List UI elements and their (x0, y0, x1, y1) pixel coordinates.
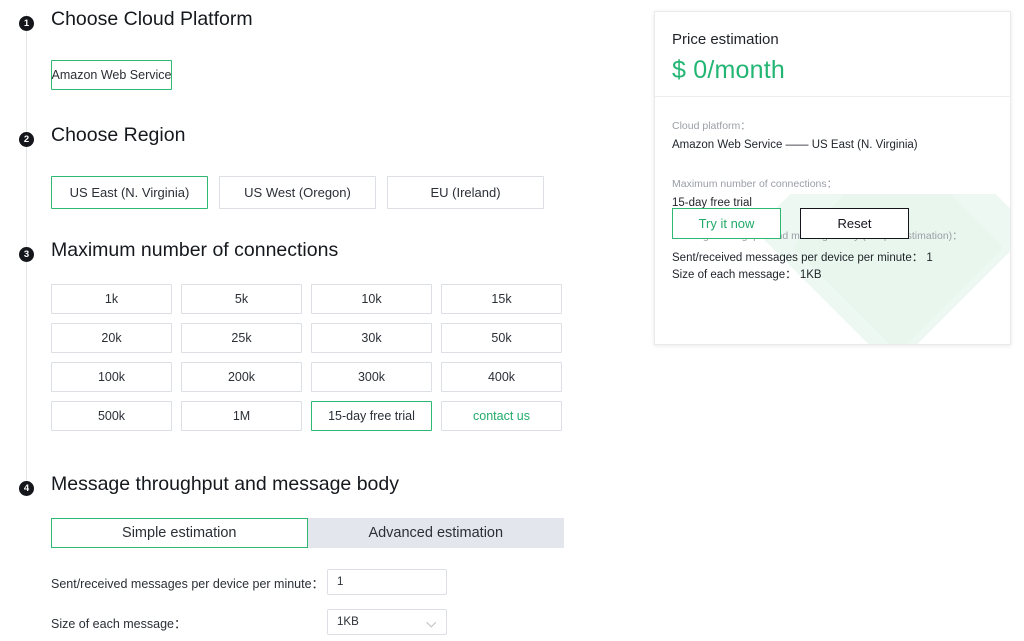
connection-option-5k[interactable]: 5k (181, 284, 302, 314)
reset-button[interactable]: Reset (800, 208, 909, 239)
summary-value-cloud-platform: Amazon Web Service —— US East (N. Virgin… (672, 139, 918, 151)
connection-option-30k[interactable]: 30k (311, 323, 432, 353)
messages-per-minute-value: 1 (337, 576, 344, 588)
connection-option-200k[interactable]: 200k (181, 362, 302, 392)
platform-option-amazon-web-service[interactable]: Amazon Web Service (51, 60, 172, 90)
messages-per-minute-input[interactable]: 1 (327, 569, 447, 595)
price-card-actions: Try it now Reset (672, 208, 909, 239)
step-1-title: Choose Cloud Platform (51, 8, 253, 30)
platform-options: Amazon Web Service (51, 60, 172, 90)
connection-option-20k[interactable]: 20k (51, 323, 172, 353)
chevron-down-icon (428, 618, 437, 627)
summary-label-cloud-platform: Cloud platform： (672, 120, 751, 132)
price-estimation-amount: $ 0/month (672, 56, 785, 84)
step-1-badge: 1 (19, 16, 34, 31)
connection-option-contact-us[interactable]: contact us (441, 401, 562, 431)
try-it-now-button[interactable]: Try it now (672, 208, 781, 239)
step-3-title: Maximum number of connections (51, 239, 339, 261)
connection-option-300k[interactable]: 300k (311, 362, 432, 392)
tab-simple-estimation[interactable]: Simple estimation (51, 518, 308, 548)
step-2-title: Choose Region (51, 124, 186, 146)
connection-option-500k[interactable]: 500k (51, 401, 172, 431)
field-row-message-size: Size of each message： 1KB (51, 609, 571, 635)
connection-options-grid: 1k 5k 10k 15k 20k 25k 30k 50k 100k 200k … (51, 284, 562, 431)
connection-option-25k[interactable]: 25k (181, 323, 302, 353)
region-option-us-east[interactable]: US East (N. Virginia) (51, 176, 208, 209)
step-2-badge: 2 (19, 132, 34, 147)
region-option-eu-ireland[interactable]: EU (Ireland) (387, 176, 544, 209)
message-size-value: 1KB (337, 616, 359, 628)
summary-value-message-size: Size of each message： 1KB (672, 269, 822, 281)
tab-advanced-estimation[interactable]: Advanced estimation (307, 518, 564, 548)
message-size-label: Size of each message： (51, 617, 187, 631)
configuration-wizard: 1 Choose Cloud Platform Amazon Web Servi… (0, 0, 620, 641)
connection-option-1k[interactable]: 1k (51, 284, 172, 314)
connection-option-50k[interactable]: 50k (441, 323, 562, 353)
region-options: US East (N. Virginia) US West (Oregon) E… (51, 176, 544, 209)
field-row-messages-per-minute: Sent/received messages per device per mi… (51, 569, 571, 595)
price-estimation-title: Price estimation (672, 31, 779, 48)
connection-option-1m[interactable]: 1M (181, 401, 302, 431)
message-size-select[interactable]: 1KB (327, 609, 447, 635)
summary-value-messages-per-minute: Sent/received messages per device per mi… (672, 252, 933, 264)
price-estimation-card: Price estimation $ 0/month Cloud platfor… (654, 11, 1011, 345)
step-4-badge: 4 (19, 481, 34, 496)
summary-label-max-connections: Maximum number of connections： (672, 178, 838, 190)
connection-option-15k[interactable]: 15k (441, 284, 562, 314)
price-card-header: Price estimation $ 0/month (655, 12, 1010, 97)
messages-per-minute-label: Sent/received messages per device per mi… (51, 577, 325, 591)
connection-option-400k[interactable]: 400k (441, 362, 562, 392)
connection-option-100k[interactable]: 100k (51, 362, 172, 392)
region-option-us-west[interactable]: US West (Oregon) (219, 176, 376, 209)
connection-option-10k[interactable]: 10k (311, 284, 432, 314)
estimation-mode-tabs: Simple estimation Advanced estimation (51, 518, 564, 548)
step-4-title: Message throughput and message body (51, 473, 399, 495)
step-3-badge: 3 (19, 247, 34, 262)
connection-option-15-day-free-trial[interactable]: 15-day free trial (311, 401, 432, 431)
